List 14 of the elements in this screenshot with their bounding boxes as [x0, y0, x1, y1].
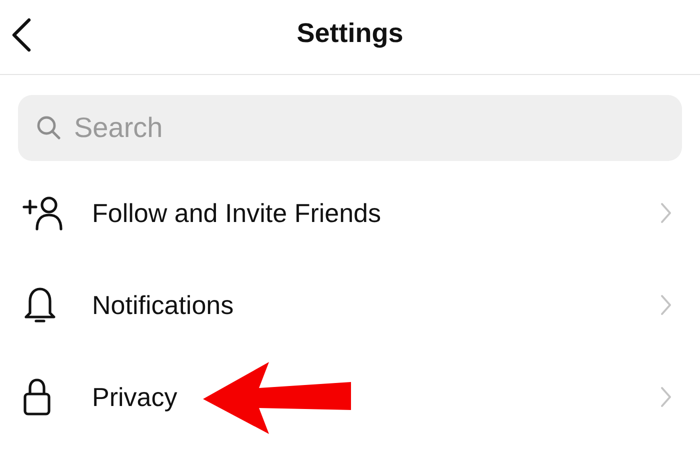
- page-title: Settings: [296, 18, 404, 48]
- settings-item[interactable]: Follow and Invite Friends: [0, 167, 700, 259]
- back-icon[interactable]: [10, 18, 32, 52]
- lock-icon: [22, 377, 52, 417]
- settings-item[interactable]: Notifications: [0, 259, 700, 351]
- chevron-right-icon: [660, 386, 672, 408]
- item-label: Notifications: [92, 290, 235, 320]
- item-label: Privacy: [92, 382, 178, 412]
- item-label: Follow and Invite Friends: [92, 198, 382, 228]
- bell-icon: [22, 285, 58, 325]
- settings-item[interactable]: Privacy: [0, 351, 700, 443]
- chevron-right-icon: [660, 202, 672, 224]
- chevron-right-icon: [660, 294, 672, 316]
- search-field[interactable]: Search: [18, 95, 682, 161]
